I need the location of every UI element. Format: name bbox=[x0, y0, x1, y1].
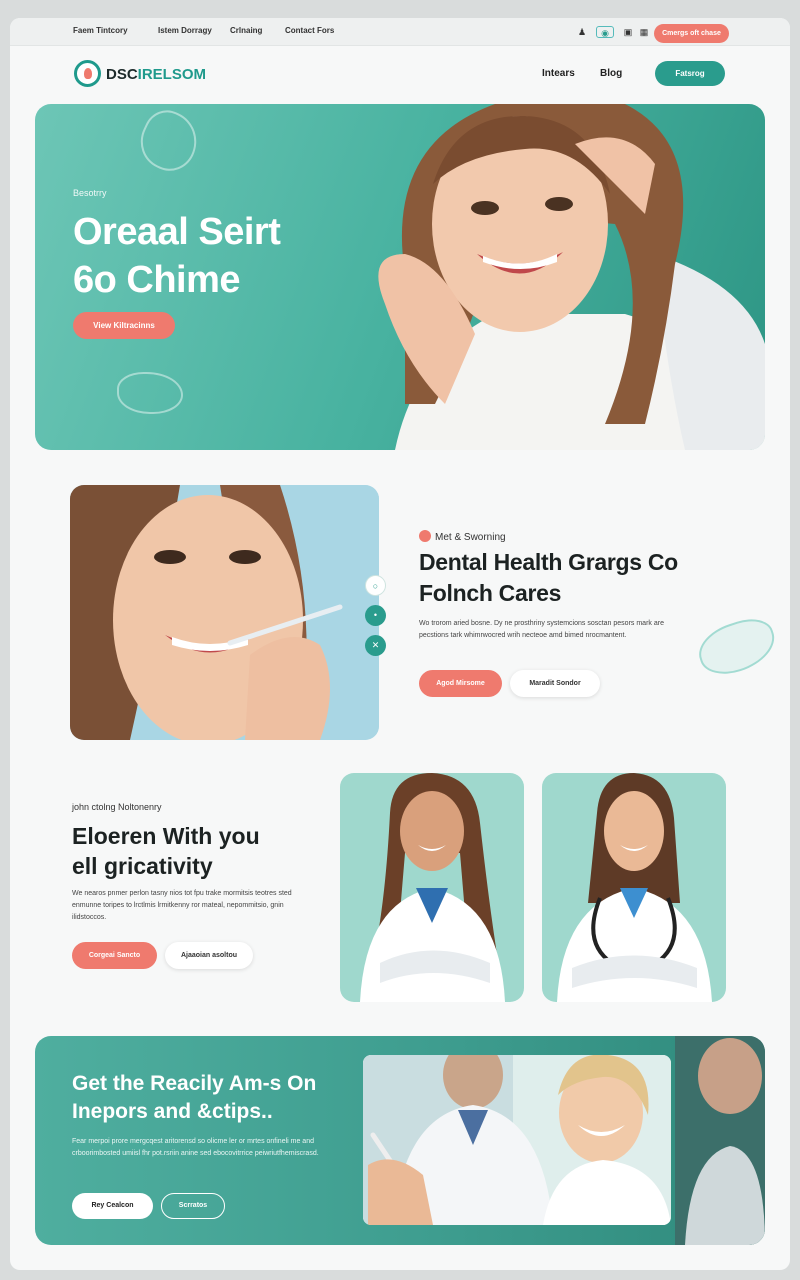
nav-link-blog[interactable]: Blog bbox=[600, 68, 622, 79]
hero-title: Oreaal Seirt 6o Chime bbox=[73, 208, 281, 304]
banner-title: Get the Reacily Am-s On Inepors and &cti… bbox=[72, 1070, 316, 1126]
hero-title-line-1: Oreaal Seirt bbox=[73, 211, 281, 253]
banner-secondary-button[interactable]: Scrratos bbox=[161, 1193, 225, 1219]
section2-kicker-text: Met & Sworning bbox=[435, 532, 506, 543]
top-utility-bar: Faem Tintcory Istem Dorragy Crlnaing Con… bbox=[10, 18, 790, 46]
section3-title: Eloeren With you ell gricativity bbox=[72, 821, 260, 881]
logo-icon[interactable] bbox=[74, 60, 101, 87]
section3-title-line-1: Eloeren With you bbox=[72, 823, 260, 849]
tooth-outline-decoration bbox=[131, 104, 207, 180]
section2-title: Dental Health Grargs Co Folnch Cares bbox=[419, 547, 678, 609]
hero-section: Besotrry Oreaal Seirt 6o Chime View Kilt… bbox=[35, 104, 765, 450]
section2-kicker: Met & Sworning bbox=[419, 530, 506, 543]
top-link-2[interactable]: Istem Dorragy bbox=[158, 26, 212, 35]
hero-title-line-2: 6o Chime bbox=[73, 259, 241, 301]
section2-primary-button[interactable]: Agod Mirsome bbox=[419, 670, 502, 697]
section2-secondary-button[interactable]: Maradit Sondor bbox=[510, 670, 600, 697]
banner-primary-button[interactable]: Rey Cealcon bbox=[72, 1193, 153, 1219]
section3-kicker: john ctolng Noltonenry bbox=[72, 802, 162, 812]
cart-icon[interactable]: ▦ bbox=[638, 26, 650, 38]
section2-title-line-1: Dental Health Grargs Co bbox=[419, 549, 678, 575]
dentist-patient-photo bbox=[363, 1055, 671, 1225]
top-cta-button[interactable]: Cmergs oft chase bbox=[654, 24, 729, 43]
banner-body: Fear merpoi prore mergcqest aritorensd s… bbox=[72, 1138, 319, 1157]
bullet-icon bbox=[419, 530, 431, 542]
section2-body: Wo trorom aried bosne. Dy ne prosthriny … bbox=[419, 620, 664, 639]
dentist-side-photo bbox=[675, 1036, 765, 1245]
top-link-1[interactable]: Faem Tintcory bbox=[73, 26, 128, 35]
smiling-woman-toothbrush-photo bbox=[70, 485, 379, 740]
dentist-card-1 bbox=[340, 773, 524, 1002]
section2-title-line-2: Folnch Cares bbox=[419, 580, 562, 606]
hero-woman-photo bbox=[378, 104, 765, 450]
section3-title-line-2: ell gricativity bbox=[72, 853, 213, 879]
user-icon[interactable]: ♟ bbox=[576, 26, 588, 38]
section3-secondary-button[interactable]: Ajaaoian asoltou bbox=[165, 942, 253, 969]
hero-cta-button[interactable]: View Kiltracinns bbox=[73, 312, 175, 339]
map-icon[interactable]: ◉ bbox=[596, 26, 614, 38]
logo-part-2: IRELSOM bbox=[137, 66, 207, 83]
top-link-4[interactable]: Contact Fors bbox=[285, 26, 334, 35]
logo-part-1: DSC bbox=[106, 66, 138, 83]
next-slide-icon[interactable]: • bbox=[365, 605, 386, 626]
top-link-3[interactable]: Crlnaing bbox=[230, 26, 262, 35]
nav-link-intears[interactable]: Intears bbox=[542, 68, 575, 79]
section3-body: We nearos pnmer perlon tasny nios tot fp… bbox=[72, 890, 292, 921]
page: Faem Tintcory Istem Dorragy Crlnaing Con… bbox=[10, 18, 790, 1270]
promo-banner: Get the Reacily Am-s On Inepors and &cti… bbox=[35, 1036, 765, 1245]
banner-title-line-1: Get the Reacily Am-s On bbox=[72, 1072, 317, 1095]
banner-title-line-2: Inepors and &ctips.. bbox=[72, 1100, 273, 1123]
tooth-icon[interactable]: ○ bbox=[365, 575, 386, 596]
lock-icon[interactable]: ▣ bbox=[622, 26, 634, 38]
tooth-outline-decoration bbox=[692, 612, 782, 682]
logo[interactable]: DSCIRELSOM bbox=[106, 66, 206, 83]
section3-primary-button[interactable]: Corgeai Sancto bbox=[72, 942, 157, 969]
nav-cta-button[interactable]: Fatsrog bbox=[655, 61, 725, 86]
close-icon[interactable]: ✕ bbox=[365, 635, 386, 656]
tooth-outline-decoration bbox=[117, 372, 183, 414]
dentist-card-2 bbox=[542, 773, 726, 1002]
hero-kicker: Besotrry bbox=[73, 188, 107, 198]
